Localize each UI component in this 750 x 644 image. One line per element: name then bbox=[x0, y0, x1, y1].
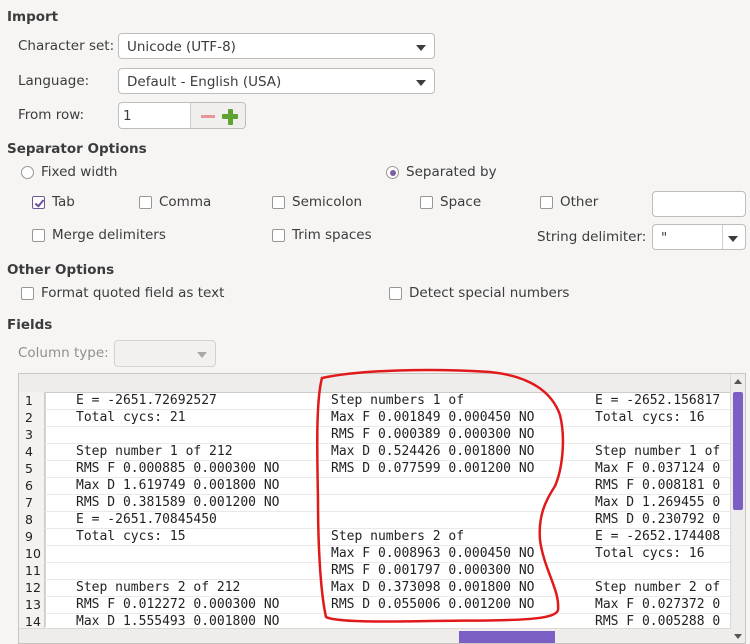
annotation-path bbox=[316, 368, 565, 623]
red-annotation-outline bbox=[316, 368, 565, 623]
